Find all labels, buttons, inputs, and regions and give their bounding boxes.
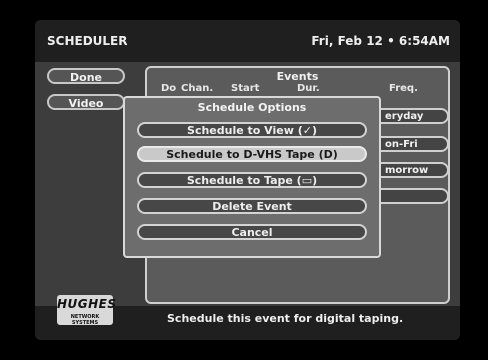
screen-title: SCHEDULER: [47, 34, 128, 48]
video-button[interactable]: Video: [47, 94, 125, 110]
cancel-button[interactable]: Cancel: [137, 224, 367, 240]
column-freq: Freq.: [389, 83, 418, 94]
status-message: Schedule this event for digital taping.: [167, 312, 404, 325]
column-chan: Chan.: [181, 83, 214, 94]
dialog-title: Schedule Options: [197, 101, 307, 114]
logo-subtext: NETWORK SYSTEMS: [70, 314, 100, 326]
scheduler-screen: SCHEDULER Fri, Feb 12 • 6:54AM Done Vide…: [35, 20, 460, 340]
events-title: Events: [276, 70, 319, 83]
logo-text: HUGHES: [57, 297, 117, 311]
header-bar: SCHEDULER Fri, Feb 12 • 6:54AM: [35, 20, 460, 62]
done-button[interactable]: Done: [47, 68, 125, 84]
freq-button-4[interactable]: [369, 188, 449, 204]
delete-event-button[interactable]: Delete Event: [137, 198, 367, 214]
schedule-to-dvhs-button[interactable]: Schedule to D-VHS Tape (D): [137, 146, 367, 162]
column-start: Start: [231, 83, 260, 94]
freq-button-3[interactable]: morrow: [369, 162, 449, 178]
schedule-to-tape-button[interactable]: Schedule to Tape (▭): [137, 172, 367, 188]
hughes-logo: HUGHES NETWORK SYSTEMS: [57, 295, 117, 326]
schedule-to-view-button[interactable]: Schedule to View (✓): [137, 122, 367, 138]
schedule-options-dialog: Schedule Options Schedule to View (✓) Sc…: [123, 96, 381, 258]
date-time: Fri, Feb 12 • 6:54AM: [311, 34, 450, 48]
column-dur: Dur.: [297, 83, 320, 94]
freq-button-2[interactable]: on-Fri: [369, 136, 449, 152]
freq-button-1[interactable]: eryday: [369, 108, 449, 124]
column-do: Do: [161, 83, 177, 94]
